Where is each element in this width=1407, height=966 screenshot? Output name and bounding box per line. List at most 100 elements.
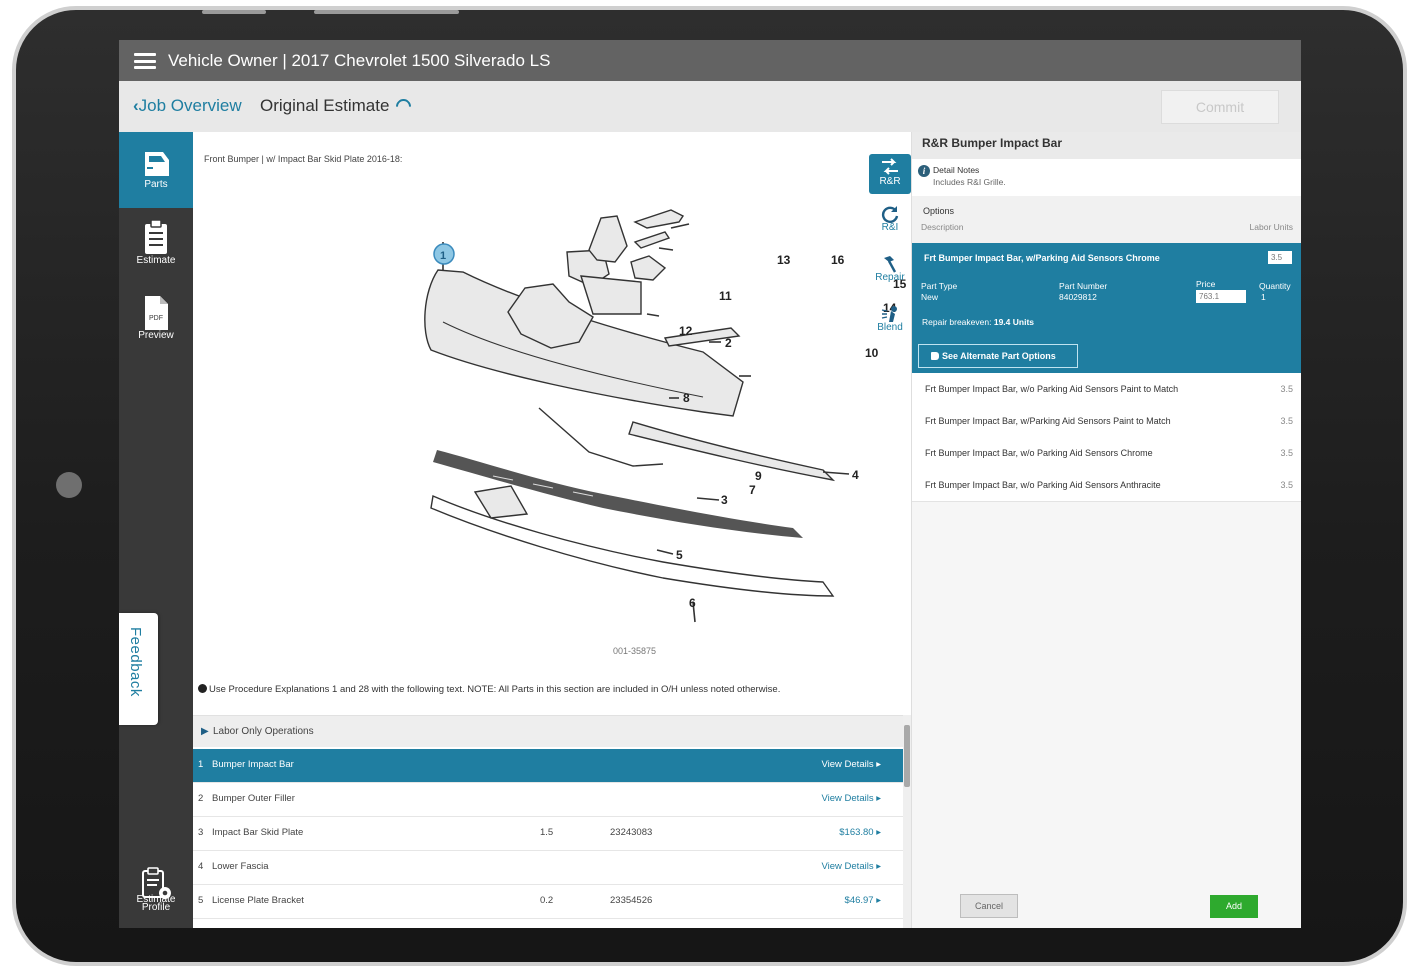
- vehicle-title: Vehicle Owner | 2017 Chevrolet 1500 Silv…: [168, 51, 551, 70]
- description-header: Description: [921, 222, 964, 232]
- spray-icon: [881, 306, 897, 322]
- selected-option[interactable]: Frt Bumper Impact Bar, w/Parking Aid Sen…: [912, 243, 1301, 373]
- detail-panel: R&R Bumper Impact Bar i Detail Notes Inc…: [911, 132, 1301, 928]
- estimate-title: Original Estimate: [260, 96, 390, 115]
- op-repair[interactable]: Repair: [869, 254, 911, 290]
- row-num: 2: [198, 793, 204, 804]
- clipboard-icon: [145, 219, 167, 254]
- table-row[interactable]: 5 License Plate Bracket 0.2 23354526 $46…: [193, 885, 903, 919]
- nav-estimate-label: Estimate: [136, 255, 176, 266]
- breakeven-label: Repair breakeven:: [922, 317, 992, 327]
- hamburger-menu-icon[interactable]: [134, 53, 156, 69]
- commit-button[interactable]: Commit: [1161, 90, 1279, 124]
- callout-5: 5: [676, 548, 683, 562]
- callout-4: 4: [852, 468, 859, 482]
- figure-code: 001-35875: [613, 646, 656, 656]
- labor-only-operations-toggle[interactable]: ▶ Labor Only Operations: [193, 716, 903, 747]
- op-blend-label: Blend: [877, 322, 903, 333]
- feedback-label: Feedback: [127, 627, 144, 697]
- cancel-button[interactable]: Cancel: [960, 894, 1018, 918]
- exploded-parts-diagram[interactable]: 1 2 3 4 5 6 7 8 9 10 11 12 13 14 15 16 0…: [403, 202, 943, 672]
- pdf-sublabel: PDF: [149, 315, 163, 322]
- view-details-link[interactable]: View Details ▸: [821, 759, 881, 770]
- loading-spinner-icon: [392, 95, 415, 118]
- home-button: [56, 472, 82, 498]
- op-rr[interactable]: R&R: [869, 154, 911, 194]
- procedure-note: Use Procedure Explanations 1 and 28 with…: [198, 684, 780, 695]
- row-units: 1.5: [540, 827, 554, 838]
- row-name: Bumper Impact Bar: [212, 759, 294, 770]
- nav-estimate[interactable]: Estimate: [119, 210, 193, 286]
- rr-arrows-icon: [882, 158, 898, 175]
- option-units: 3.5: [1280, 480, 1293, 490]
- callout-8: 8: [683, 391, 690, 405]
- scrollbar-thumb[interactable]: [904, 725, 910, 787]
- part-number-label: Part Number: [1059, 281, 1108, 291]
- option-description: Frt Bumper Impact Bar, w/o Parking Aid S…: [925, 480, 1161, 490]
- job-overview-back-link[interactable]: ‹Job Overview: [133, 96, 242, 116]
- option-row[interactable]: Frt Bumper Impact Bar, w/o Parking Aid S…: [912, 469, 1301, 502]
- option-row[interactable]: Frt Bumper Impact Bar, w/Parking Aid Sen…: [912, 405, 1301, 438]
- row-num: 3: [198, 827, 204, 838]
- profile-label-2: Profile: [141, 902, 171, 913]
- callout-9: 9: [755, 469, 762, 483]
- callout-6: 6: [689, 596, 696, 610]
- detail-notes-text: Includes R&I Grille.: [933, 177, 1006, 187]
- parts-table-scrollbar[interactable]: [903, 715, 911, 928]
- op-ri[interactable]: R&I: [869, 204, 911, 240]
- option-description: Frt Bumper Impact Bar, w/o Parking Aid S…: [925, 384, 1179, 394]
- table-row[interactable]: 3 Impact Bar Skid Plate 1.5 23243083 $16…: [193, 817, 903, 851]
- callout-13: 13: [777, 253, 791, 267]
- nav-estimate-profile[interactable]: Estimate Profile: [119, 862, 193, 926]
- price-link[interactable]: $46.97 ▸: [845, 895, 881, 906]
- price-link[interactable]: $163.80 ▸: [839, 827, 881, 838]
- labor-units-input[interactable]: 3.5: [1268, 251, 1292, 264]
- view-details-link[interactable]: View Details ▸: [821, 861, 881, 872]
- alt-parts-label: See Alternate Part Options: [942, 351, 1056, 361]
- add-button[interactable]: Add: [1210, 895, 1258, 918]
- left-sidebar: Parts Estimate PDF Preview Estimate Prof…: [119, 132, 193, 928]
- table-row[interactable]: 2 Bumper Outer Filler View Details ▸: [193, 783, 903, 817]
- options-header: Options Description Labor Units: [912, 196, 1301, 243]
- options-label: Options: [923, 206, 955, 216]
- price-input[interactable]: 763.1: [1196, 290, 1246, 303]
- nav-parts[interactable]: Parts: [119, 132, 193, 208]
- detail-notes-label: Detail Notes: [933, 165, 980, 175]
- volume-button: [202, 10, 266, 14]
- selected-option-name: Frt Bumper Impact Bar, w/Parking Aid Sen…: [924, 253, 1160, 263]
- callout-7: 7: [749, 483, 756, 497]
- option-row[interactable]: Frt Bumper Impact Bar, w/o Parking Aid S…: [912, 373, 1301, 406]
- procedure-note-text: Use Procedure Explanations 1 and 28 with…: [209, 684, 781, 695]
- refresh-icon: [881, 206, 899, 223]
- feedback-tab[interactable]: Feedback: [119, 613, 158, 725]
- parts-diagram-area: Front Bumper | w/ Impact Bar Skid Plate …: [193, 132, 911, 712]
- part-type-value: New: [921, 292, 939, 302]
- row-num: 4: [198, 861, 204, 872]
- table-row[interactable]: 4 Lower Fascia View Details ▸: [193, 851, 903, 885]
- breakeven-value: 19.4 Units: [993, 317, 1034, 327]
- repair-breakeven: Repair breakeven: 19.4 Units: [922, 317, 1034, 327]
- op-blend[interactable]: Blend: [869, 304, 911, 340]
- option-description: Frt Bumper Impact Bar, w/o Parking Aid S…: [925, 448, 1153, 458]
- option-units: 3.5: [1280, 448, 1293, 458]
- option-row[interactable]: Frt Bumper Impact Bar, w/o Parking Aid S…: [912, 437, 1301, 470]
- option-description: Frt Bumper Impact Bar, w/Parking Aid Sen…: [925, 416, 1171, 426]
- row-units: 0.2: [540, 895, 554, 906]
- row-name: Bumper Outer Filler: [212, 793, 295, 804]
- quantity-value: 1: [1261, 292, 1266, 302]
- sub-header: ‹Job Overview Original Estimate Commit: [119, 81, 1301, 132]
- see-alternate-part-options-button[interactable]: See Alternate Part Options: [918, 344, 1078, 368]
- view-details-link[interactable]: View Details ▸: [821, 793, 881, 804]
- price-label: Price: [1196, 279, 1216, 289]
- table-row[interactable]: 1 Bumper Impact Bar View Details ▸: [193, 749, 903, 783]
- hammer-icon: [884, 256, 897, 273]
- callout-3: 3: [721, 493, 728, 507]
- caret-right-icon: ▶: [201, 726, 209, 737]
- pdf-icon: [145, 296, 168, 330]
- part-number-value: 84029812: [1059, 292, 1097, 302]
- option-units: 3.5: [1280, 384, 1293, 394]
- nav-preview[interactable]: PDF Preview: [119, 286, 193, 362]
- part-type-label: Part Type: [921, 281, 958, 291]
- option-units: 3.5: [1280, 416, 1293, 426]
- back-label: Job Overview: [138, 96, 242, 115]
